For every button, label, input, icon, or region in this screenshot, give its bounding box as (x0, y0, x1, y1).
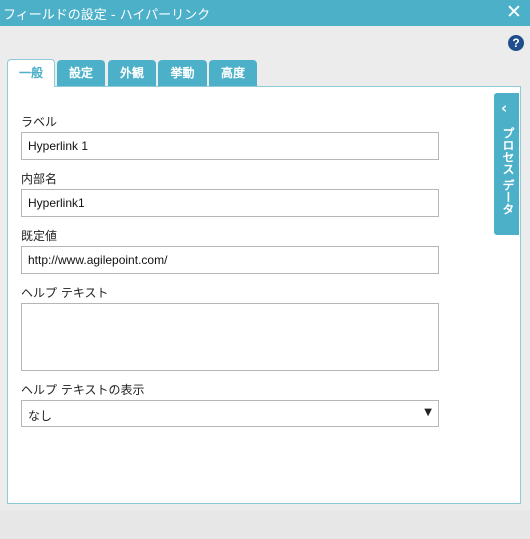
default-value-label: 既定値 (21, 229, 58, 243)
help-display-value: なし (28, 409, 53, 423)
help-text-label: ヘルプ テキスト (21, 286, 109, 300)
dropdown-arrow-icon: ▼ (424, 407, 432, 418)
default-value-input[interactable] (21, 246, 439, 274)
label-input[interactable] (21, 132, 439, 160)
help-text-textarea[interactable] (21, 303, 439, 371)
dialog-titlebar: フィールドの設定 - ハイパーリンク ✕ (0, 0, 530, 26)
help-icon[interactable]: ? (508, 35, 524, 51)
internal-name-input[interactable] (21, 189, 439, 217)
process-data-side-tab[interactable]: ‹ プロセス データ (494, 93, 519, 235)
tab-appearance[interactable]: 外観 (108, 60, 156, 86)
help-display-select[interactable]: なし ▼ (21, 400, 439, 427)
tab-advanced[interactable]: 高度 (209, 60, 257, 86)
help-display-label: ヘルプ テキストの表示 (21, 383, 145, 397)
dialog-footer (0, 510, 530, 539)
dialog-title: フィールドの設定 - ハイパーリンク (3, 8, 211, 23)
chevron-left-icon[interactable]: ‹ (501, 99, 507, 117)
label-field-label: ラベル (21, 115, 58, 129)
internal-name-label: 内部名 (21, 172, 58, 186)
tab-settings[interactable]: 設定 (57, 60, 105, 86)
process-data-label: プロセス データ (501, 127, 515, 216)
tab-panel-general: ラベル 内部名 既定値 ヘルプ テキスト ヘルプ テキストの表示 なし ▼ (7, 86, 521, 504)
tab-behavior[interactable]: 挙動 (158, 60, 207, 86)
tab-general[interactable]: 一般 (7, 59, 55, 87)
close-icon[interactable]: ✕ (504, 1, 524, 23)
